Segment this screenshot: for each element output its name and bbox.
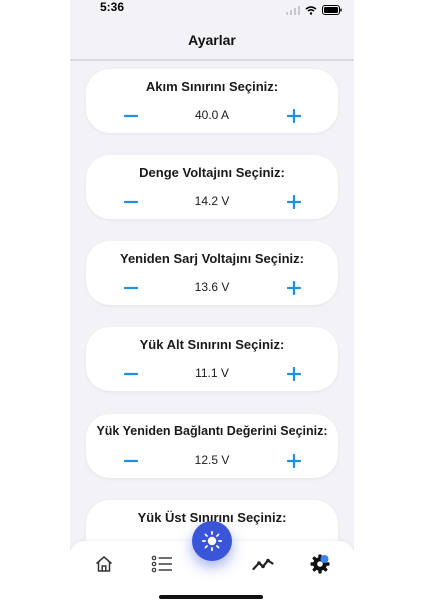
decrement-button[interactable] [120, 277, 142, 299]
increment-button[interactable] [283, 105, 305, 127]
setting-card-recharge-voltage: Yeniden Sarj Voltajını Seçiniz: 13.6 V [86, 241, 338, 305]
status-bar: 5:36 [70, 0, 354, 15]
minus-icon [124, 286, 138, 290]
value-stepper: 40.0 A [86, 105, 338, 127]
decrement-button[interactable] [120, 450, 142, 472]
setting-card-current-limit: Akım Sınırını Seçiniz: 40.0 A [86, 69, 338, 133]
plus-icon [287, 367, 301, 381]
phone-screen: 5:36 Ayarlar Akım Sınırını Seçiniz: 40.0… [70, 0, 354, 600]
increment-button[interactable] [283, 277, 305, 299]
battery-icon [322, 2, 342, 20]
status-icons [286, 2, 342, 20]
status-time: 5:36 [100, 0, 125, 14]
value-stepper: 12.5 V [86, 450, 338, 472]
settings-icon [310, 554, 330, 574]
wifi-icon [305, 2, 317, 20]
chart-line-icon [252, 558, 274, 571]
setting-value: 11.1 V [195, 366, 229, 380]
value-stepper: 14.2 V [86, 191, 338, 213]
setting-value: 40.0 A [194, 108, 230, 122]
minus-icon [124, 459, 138, 463]
tab-home[interactable] [90, 550, 118, 578]
home-indicator [159, 595, 263, 599]
signal-icon [286, 2, 300, 20]
setting-card-load-reconnect: Yük Yeniden Bağlantı Değerini Seçiniz: 1… [86, 414, 338, 478]
brightness-fab-button[interactable] [192, 521, 232, 561]
setting-title: Yeniden Sarj Voltajını Seçiniz: [120, 251, 304, 266]
setting-card-balance-voltage: Denge Voltajını Seçiniz: 14.2 V [86, 155, 338, 219]
minus-icon [124, 114, 138, 118]
plus-icon [287, 195, 301, 209]
tab-settings[interactable] [306, 550, 334, 578]
value-stepper: 13.6 V [86, 277, 338, 299]
increment-button[interactable] [283, 191, 305, 213]
setting-title: Yük Yeniden Bağlantı Değerini Seçiniz: [96, 424, 328, 438]
tab-chart[interactable] [249, 550, 277, 578]
setting-value: 14.2 V [194, 194, 230, 208]
header-divider [70, 59, 354, 61]
plus-icon [287, 454, 301, 468]
minus-icon [124, 200, 138, 204]
setting-value: 13.6 V [194, 280, 230, 294]
minus-icon [124, 372, 138, 376]
setting-card-load-low-limit: Yük Alt Sınırını Seçiniz: 11.1 V [86, 327, 338, 391]
setting-title: Denge Voltajını Seçiniz: [139, 165, 285, 180]
plus-icon [287, 281, 301, 295]
decrement-button[interactable] [120, 191, 142, 213]
increment-button[interactable] [283, 363, 305, 385]
value-stepper: 11.1 V [86, 363, 338, 385]
list-icon [151, 555, 172, 573]
page-title: Ayarlar [188, 32, 236, 48]
setting-title: Akım Sınırını Seçiniz: [145, 79, 279, 94]
brightness-icon [201, 530, 223, 552]
decrement-button[interactable] [120, 105, 142, 127]
decrement-button[interactable] [120, 363, 142, 385]
setting-value: 12.5 V [194, 453, 230, 467]
setting-title: Yük Alt Sınırını Seçiniz: [139, 337, 285, 352]
increment-button[interactable] [283, 450, 305, 472]
plus-icon [287, 109, 301, 123]
home-icon [96, 556, 112, 572]
tab-list[interactable] [148, 550, 176, 578]
